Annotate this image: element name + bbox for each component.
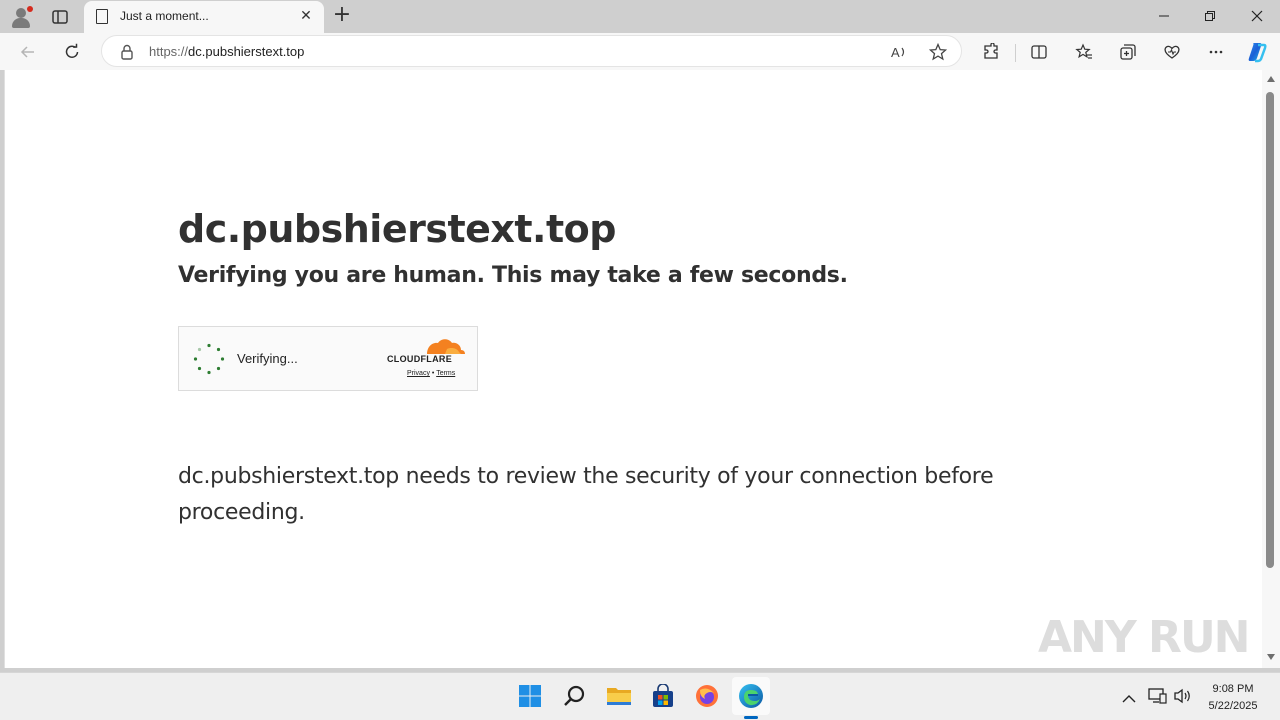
store-icon[interactable] xyxy=(648,681,678,711)
vertical-scrollbar[interactable] xyxy=(1262,70,1280,668)
close-tab-icon[interactable]: ✕ xyxy=(298,8,314,24)
extensions-icon[interactable] xyxy=(980,41,1002,63)
refresh-icon[interactable] xyxy=(59,39,85,65)
privacy-link[interactable]: Privacy xyxy=(407,370,430,377)
clock-date: 5/22/2025 xyxy=(1208,700,1258,712)
tab-actions-icon[interactable] xyxy=(50,7,70,27)
scroll-up-icon[interactable] xyxy=(1267,76,1275,82)
spinner-icon xyxy=(193,343,225,375)
verification-message: Verifying you are human. This may take a… xyxy=(178,263,848,288)
search-icon[interactable] xyxy=(560,681,590,711)
page-viewport: dc.pubshierstext.top Verifying you are h… xyxy=(4,70,1262,668)
volume-icon[interactable] xyxy=(1173,687,1193,709)
profile-icon[interactable] xyxy=(10,6,33,28)
tab-title: Just a moment... xyxy=(120,9,209,23)
verifying-status: Verifying... xyxy=(237,351,298,366)
lock-icon[interactable] xyxy=(120,44,134,64)
security-review-message: dc.pubshierstext.top needs to review the… xyxy=(178,464,994,525)
clock-time: 9:08 PM xyxy=(1212,683,1254,695)
copilot-icon[interactable] xyxy=(1246,41,1268,63)
scroll-down-icon[interactable] xyxy=(1267,654,1275,660)
close-window-icon[interactable] xyxy=(1234,0,1280,32)
browser-essentials-icon[interactable] xyxy=(1161,41,1183,63)
firefox-icon[interactable] xyxy=(692,681,722,711)
new-tab-icon[interactable]: + xyxy=(331,4,353,27)
address-bar[interactable]: https://dc.pubshierstext.top A xyxy=(101,35,962,67)
url-text[interactable]: https://dc.pubshierstext.top xyxy=(149,44,304,59)
toolbar-divider xyxy=(1015,44,1016,62)
cloudflare-links: Privacy • Terms xyxy=(407,370,455,377)
tab-active[interactable]: Just a moment... ✕ xyxy=(84,1,324,33)
more-options-icon[interactable] xyxy=(1205,41,1227,63)
page-title: dc.pubshierstext.top xyxy=(178,207,616,251)
taskbar: 9:08 PM 5/22/2025 xyxy=(0,672,1280,720)
tab-strip: Just a moment... ✕ + xyxy=(0,0,1280,33)
favorite-star-icon[interactable] xyxy=(927,41,949,63)
active-app-indicator xyxy=(744,716,758,719)
system-clock[interactable]: 9:08 PM 5/22/2025 xyxy=(1198,681,1268,715)
edge-icon[interactable] xyxy=(732,677,770,715)
show-hidden-icons-icon[interactable] xyxy=(1122,689,1136,708)
restore-icon[interactable] xyxy=(1187,0,1233,32)
page-icon xyxy=(96,9,108,24)
split-screen-icon[interactable] xyxy=(1028,41,1050,63)
browser-toolbar: https://dc.pubshierstext.top A xyxy=(0,33,1280,70)
minimize-icon[interactable] xyxy=(1141,0,1187,32)
turnstile-widget[interactable]: Verifying... CLOUDFLARE Privacy • Terms xyxy=(178,326,478,391)
file-explorer-icon[interactable] xyxy=(604,681,634,711)
scroll-thumb[interactable] xyxy=(1266,92,1274,568)
read-aloud-icon[interactable]: A xyxy=(888,41,910,63)
collections-icon[interactable] xyxy=(1117,41,1139,63)
cloudflare-logo-text: CLOUDFLARE xyxy=(387,354,452,364)
favorites-icon[interactable] xyxy=(1073,41,1095,63)
back-icon[interactable] xyxy=(15,39,41,65)
anyrun-watermark: ANY RUN xyxy=(1038,612,1250,663)
terms-link[interactable]: Terms xyxy=(436,370,455,377)
network-icon[interactable] xyxy=(1148,687,1168,709)
link-separator: • xyxy=(431,370,435,377)
start-icon[interactable] xyxy=(515,681,545,711)
svg-text:A: A xyxy=(891,45,900,60)
